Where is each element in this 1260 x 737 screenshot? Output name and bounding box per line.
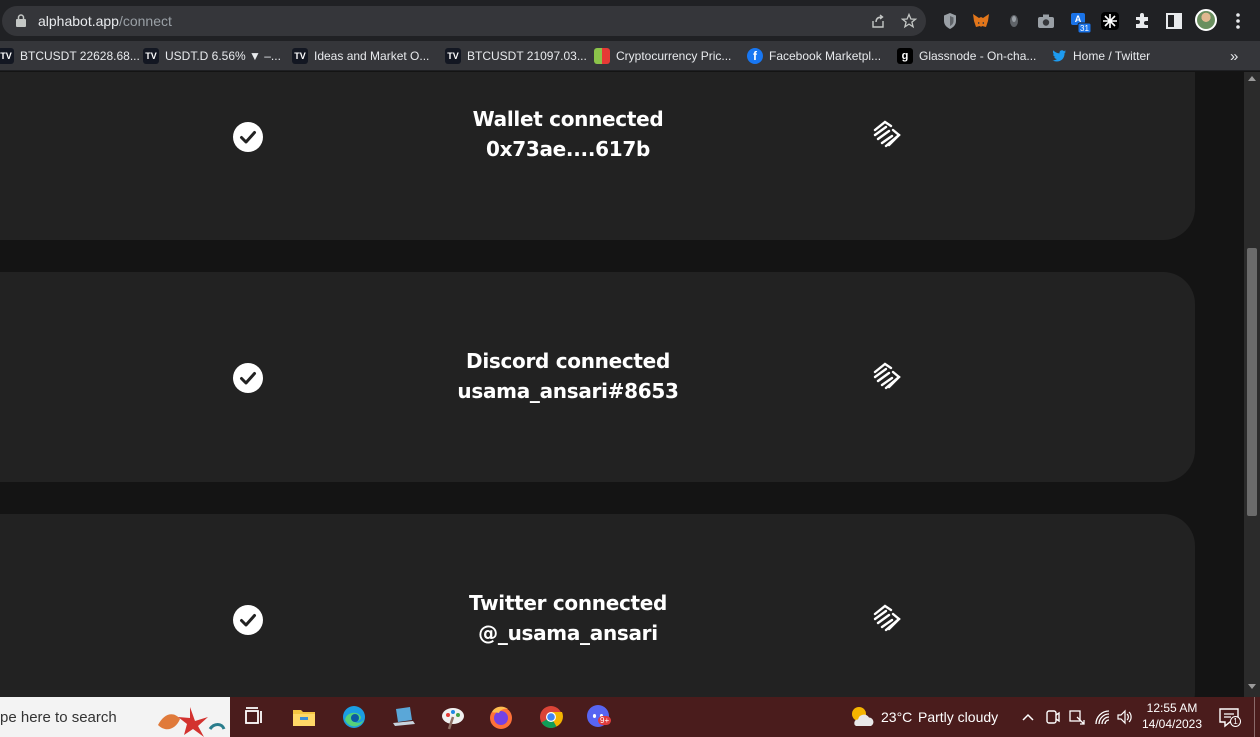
tradingview-icon: TV	[143, 48, 159, 64]
discord-app-icon[interactable]: 9+	[586, 703, 614, 731]
page-scrollbar[interactable]	[1244, 72, 1260, 697]
bookmark-label: Ideas and Market O...	[314, 49, 430, 63]
clock-time: 12:55 AM	[1146, 701, 1198, 715]
weather-condition[interactable]: Partly cloudy	[918, 709, 998, 725]
paint-app-icon[interactable]	[439, 703, 467, 731]
discord-username: usama_ansari#8653	[457, 379, 679, 403]
twitter-handle: @_usama_ansari	[478, 621, 658, 645]
bookmark-label: BTCUSDT 22628.68...	[20, 49, 140, 63]
facebook-icon: f	[747, 48, 763, 64]
share-icon[interactable]	[870, 13, 886, 29]
edge-browser-icon[interactable]	[340, 703, 368, 731]
handshake-icon[interactable]	[871, 602, 903, 634]
check-circle-icon	[233, 122, 263, 152]
system-clock[interactable]: 12:55 AM 14/04/2023	[1140, 700, 1204, 732]
snowflake-extension-icon[interactable]	[1100, 11, 1120, 31]
partly-cloudy-icon	[852, 707, 874, 726]
taskbar-search-box[interactable]: pe here to search	[0, 697, 230, 737]
connection-title: Twitter connected	[468, 591, 668, 615]
tradingview-icon: TV	[292, 48, 308, 64]
language-ime-icon[interactable]	[1068, 708, 1086, 726]
meet-now-icon[interactable]	[1045, 708, 1061, 726]
bookmark-label: Home / Twitter	[1073, 49, 1151, 63]
connection-title: Wallet connected	[472, 107, 664, 131]
notification-center-button[interactable]: 1	[1218, 707, 1242, 729]
lock-icon	[16, 14, 26, 27]
search-highlight-illustration-icon	[158, 707, 226, 737]
connection-title: Discord connected	[466, 349, 670, 373]
bookmark-item[interactable]: TV USDT.D 6.56% ▼ –...	[143, 46, 281, 66]
scroll-up-arrow-icon[interactable]	[1248, 76, 1256, 81]
bookmark-item[interactable]: f Facebook Marketpl...	[747, 46, 881, 66]
bookmark-item[interactable]: g Glassnode - On-cha...	[897, 46, 1036, 66]
wifi-icon[interactable]	[1093, 708, 1111, 726]
calendar-extension-icon[interactable]: A 31	[1070, 10, 1092, 34]
bookmark-label: BTCUSDT 21097.03...	[467, 49, 587, 63]
twitter-icon	[1052, 50, 1066, 62]
file-explorer-icon[interactable]	[290, 703, 318, 731]
address-bar[interactable]: alphabot.app/connect	[2, 6, 926, 36]
wallet-address: 0x73ae....617b	[486, 137, 650, 161]
side-panel-icon[interactable]	[1164, 11, 1184, 31]
task-view-icon[interactable]	[240, 703, 268, 731]
windows-taskbar: pe here to search 9+ 23°C Partly cloudy …	[0, 697, 1260, 737]
bookmark-star-icon[interactable]	[901, 13, 917, 29]
browser-toolbar: alphabot.app/connect A 31	[0, 0, 1260, 41]
bookmark-label: USDT.D 6.56% ▼ –...	[165, 49, 281, 63]
clock-date: 14/04/2023	[1141, 717, 1203, 731]
bookmark-item[interactable]: TV BTCUSDT 22628.68...	[0, 46, 140, 66]
wallet-status: Wallet connected 0x73ae....617b	[368, 104, 768, 164]
search-placeholder: pe here to search	[0, 709, 117, 726]
extension-icon[interactable]	[1004, 11, 1024, 31]
discord-connection-card: Discord connected usama_ansari#8653	[0, 272, 1195, 482]
svg-text:31: 31	[1080, 24, 1089, 33]
notification-badge: 9+	[598, 716, 612, 725]
weather-temperature[interactable]: 23°C	[881, 709, 912, 725]
bookmark-item[interactable]: Cryptocurrency Pric...	[594, 46, 731, 66]
scrollbar-thumb[interactable]	[1247, 248, 1257, 516]
coinmarket-icon	[594, 48, 610, 64]
bookmarks-overflow-button[interactable]: »	[1230, 46, 1238, 66]
chrome-icon[interactable]	[537, 703, 565, 731]
check-circle-icon	[233, 605, 263, 635]
wallet-connection-card: Wallet connected 0x73ae....617b	[0, 72, 1195, 240]
show-desktop-button[interactable]	[1254, 697, 1255, 737]
glassnode-icon: g	[897, 48, 913, 64]
twitter-status: Twitter connected @_usama_ansari	[368, 588, 768, 648]
bookmark-label: Cryptocurrency Pric...	[616, 49, 732, 63]
tradingview-icon: TV	[0, 48, 14, 64]
url-text: alphabot.app/connect	[38, 13, 172, 29]
bookmark-label: Glassnode - On-cha...	[919, 49, 1037, 63]
bookmarks-bar: TV BTCUSDT 22628.68... TV USDT.D 6.56% ▼…	[0, 41, 1260, 71]
handshake-icon[interactable]	[871, 360, 903, 392]
bookmark-label: Facebook Marketpl...	[769, 49, 882, 63]
volume-icon[interactable]	[1116, 708, 1134, 726]
tradingview-icon: TV	[445, 48, 461, 64]
handshake-icon[interactable]	[871, 118, 903, 150]
overflow-chevron: »	[1230, 47, 1239, 65]
metamask-icon[interactable]	[971, 11, 991, 31]
check-circle-icon	[233, 363, 263, 393]
profile-avatar[interactable]	[1195, 9, 1217, 31]
puzzle-icon[interactable]	[1132, 11, 1152, 31]
bookmark-item[interactable]: TV Ideas and Market O...	[292, 46, 429, 66]
notification-count: 1	[1230, 716, 1241, 727]
bookmark-item[interactable]: Home / Twitter	[1051, 46, 1150, 66]
twitter-connection-card: Twitter connected @_usama_ansari	[0, 514, 1195, 697]
shield-extension-icon[interactable]	[940, 11, 960, 31]
bookmark-item[interactable]: TV BTCUSDT 21097.03...	[445, 46, 587, 66]
laptop-app-icon[interactable]	[390, 703, 418, 731]
connect-page: Wallet connected 0x73ae....617b Discord …	[0, 72, 1244, 697]
camera-icon[interactable]	[1036, 11, 1056, 31]
discord-status: Discord connected usama_ansari#8653	[368, 346, 768, 406]
scroll-down-arrow-icon[interactable]	[1248, 684, 1256, 689]
firefox-icon[interactable]	[487, 703, 515, 731]
menu-kebab-icon[interactable]	[1228, 11, 1248, 31]
chevron-up-icon[interactable]	[1020, 709, 1036, 725]
